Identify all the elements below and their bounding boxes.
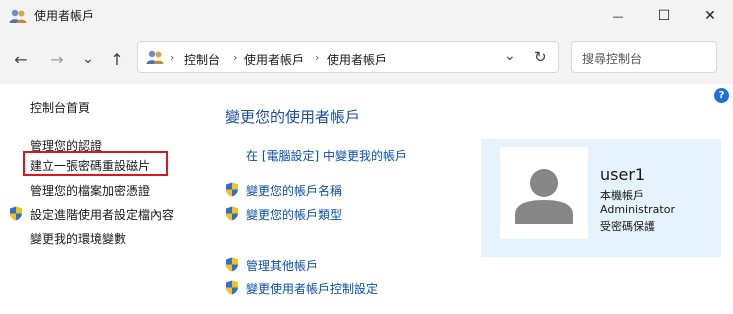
sidebar-item-environment-variables[interactable]: 變更我的環境變數 <box>30 230 126 247</box>
shield-icon <box>225 257 239 276</box>
back-arrow-icon: ← <box>14 49 28 69</box>
chevron-down-icon: ⌄ <box>82 51 94 67</box>
sidebar-control-panel-home[interactable]: 控制台首頁 <box>30 99 90 116</box>
user-name: user1 <box>600 165 646 184</box>
search-input[interactable]: 搜尋控制台 <box>582 50 642 67</box>
user-avatar <box>500 147 588 239</box>
breadcrumb-user-accounts[interactable]: 使用者帳戶 <box>244 51 304 68</box>
close-button[interactable]: ✕ <box>687 0 733 32</box>
shield-icon <box>225 182 239 201</box>
refresh-icon[interactable]: ↻ <box>534 48 547 66</box>
user-password-status: 受密碼保護 <box>600 220 655 233</box>
forward-button[interactable]: → <box>43 45 71 73</box>
search-box[interactable]: 搜尋控制台 <box>571 41 717 73</box>
address-dropdown-icon[interactable]: ⌄ <box>504 48 516 64</box>
breadcrumb-control-panel[interactable]: 控制台 <box>184 51 220 68</box>
forward-arrow-icon: → <box>50 49 64 69</box>
address-bar[interactable]: › 控制台 › 使用者帳戶 › 使用者帳戶 ⌄ ↻ <box>137 41 559 73</box>
user-account-type: 本機帳戶 <box>600 189 644 202</box>
manage-other-accounts-link[interactable]: 管理其他帳戶 <box>246 257 318 274</box>
users-location-icon <box>146 49 164 69</box>
minimize-button[interactable]: — <box>595 0 641 32</box>
sidebar-item-password-reset-disk[interactable]: 建立一張密碼重設磁片 <box>30 157 150 174</box>
help-button[interactable]: ? <box>714 88 729 103</box>
window-title: 使用者帳戶 <box>34 9 95 23</box>
user-silhouette-icon <box>515 169 573 224</box>
shield-icon <box>225 206 239 225</box>
change-account-name-link[interactable]: 變更您的帳戶名稱 <box>246 182 342 199</box>
back-button[interactable]: ← <box>7 45 35 73</box>
close-icon: ✕ <box>704 8 716 24</box>
user-role: Administrator <box>600 203 675 216</box>
up-button[interactable]: ↑ <box>103 45 131 73</box>
page-heading: 變更您的使用者帳戶 <box>225 108 361 126</box>
maximize-icon: ☐ <box>657 8 671 24</box>
change-account-type-link[interactable]: 變更您的帳戶類型 <box>246 206 342 223</box>
shield-icon <box>9 206 23 225</box>
maximize-button[interactable]: ☐ <box>641 0 687 32</box>
minimize-icon: — <box>612 9 624 23</box>
up-arrow-icon: ↑ <box>110 49 124 69</box>
sidebar-item-advanced-profile[interactable]: 設定進階使用者設定檔內容 <box>30 206 174 223</box>
recent-locations-button[interactable]: ⌄ <box>74 45 102 73</box>
help-icon: ? <box>718 90 725 101</box>
sidebar-item-file-encryption[interactable]: 管理您的檔案加密憑證 <box>30 182 150 199</box>
users-app-icon <box>9 8 27 28</box>
uac-settings-link[interactable]: 變更使用者帳戶控制設定 <box>246 280 378 297</box>
breadcrumb-user-accounts-current[interactable]: 使用者帳戶 <box>327 51 387 68</box>
shield-icon <box>225 280 239 299</box>
breadcrumb-separator: › <box>233 51 238 64</box>
breadcrumb-separator: › <box>170 51 175 64</box>
breadcrumb-separator: › <box>315 51 320 64</box>
pc-settings-link[interactable]: 在 [電腦設定] 中變更我的帳戶 <box>246 147 407 164</box>
